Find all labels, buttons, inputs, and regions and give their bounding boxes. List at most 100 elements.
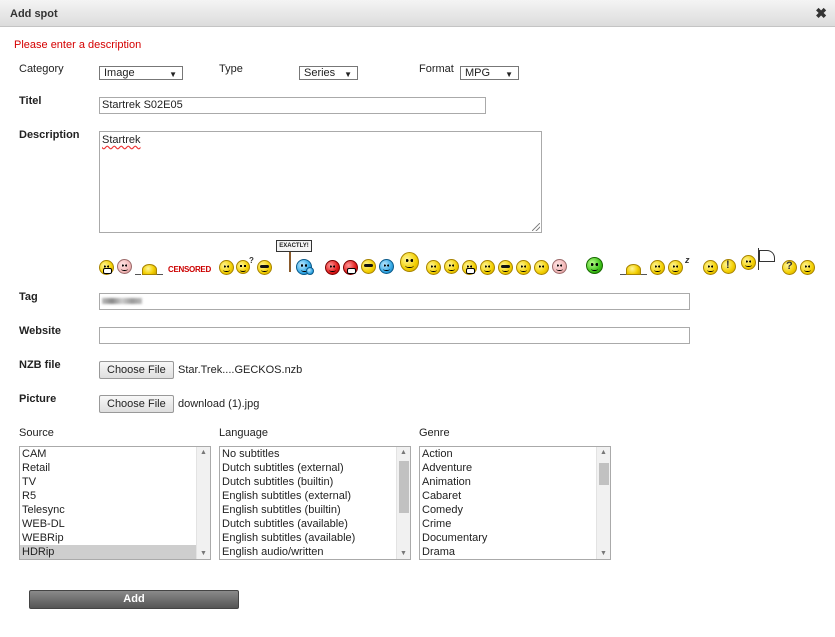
scroll-down-icon[interactable]: ▼ — [400, 550, 407, 557]
grin-smiley-icon[interactable] — [99, 260, 114, 275]
list-item[interactable]: Dutch subtitles (external) — [220, 461, 410, 475]
list-item[interactable]: Drama — [420, 545, 610, 559]
scrollbar[interactable]: ▲ ▼ — [596, 447, 610, 559]
happy-smiley-icon[interactable] — [703, 260, 718, 275]
type-value: Series — [304, 67, 336, 79]
tag-input[interactable] — [99, 293, 690, 310]
smile-smiley-icon[interactable] — [426, 260, 441, 275]
error-message: Please enter a description — [14, 39, 142, 51]
shocked-smiley-icon[interactable] — [552, 259, 567, 274]
resize-grip-icon[interactable] — [532, 223, 540, 231]
genre-listbox[interactable]: Action Adventure Animation Cabaret Comed… — [419, 446, 611, 560]
wink-smiley-icon[interactable] — [800, 260, 815, 275]
scrollbar-thumb[interactable] — [399, 461, 409, 513]
zzz-icon: z — [685, 255, 690, 265]
peek-smiley-icon[interactable] — [626, 264, 641, 275]
scroll-up-icon[interactable]: ▲ — [200, 449, 207, 456]
green-smiley-icon[interactable] — [586, 257, 603, 274]
question-mark-icon: ? — [249, 256, 254, 265]
helmet-smiley-icon[interactable] — [343, 260, 358, 275]
scroll-up-icon[interactable]: ▲ — [600, 449, 607, 456]
nzb-choose-file-button[interactable]: Choose File — [99, 361, 174, 379]
website-label: Website — [19, 325, 61, 337]
list-item[interactable]: English subtitles (external) — [220, 489, 410, 503]
nerd-smiley-icon[interactable] — [498, 260, 513, 275]
list-item[interactable]: CAM — [20, 447, 210, 461]
dialog-titlebar: Add spot ✖ — [0, 0, 835, 27]
format-select[interactable]: MPG ▼ — [460, 66, 519, 80]
chevron-down-icon: ▼ — [344, 70, 352, 79]
close-icon[interactable]: ✖ — [815, 5, 827, 21]
list-item[interactable]: Action — [420, 447, 610, 461]
chevron-down-icon: ▼ — [505, 70, 513, 79]
rock-on-smiley-icon[interactable] — [400, 252, 419, 272]
website-input[interactable] — [99, 327, 690, 344]
dash-icon — [641, 274, 647, 275]
sick-smiley-icon[interactable] — [117, 259, 132, 274]
genre-label: Genre — [419, 427, 450, 439]
exclamation-icon: ! — [726, 259, 730, 271]
list-item-selected[interactable]: HDRip — [20, 545, 210, 559]
scrollbar-thumb[interactable] — [599, 463, 609, 485]
laugh-smiley-icon[interactable] — [462, 260, 477, 275]
language-listbox[interactable]: No subtitles Dutch subtitles (external) … — [219, 446, 411, 560]
list-item[interactable]: Comedy — [420, 503, 610, 517]
description-textarea[interactable]: Startrek — [99, 131, 542, 233]
wave-flag-smiley-icon[interactable] — [741, 255, 756, 270]
type-select[interactable]: Series ▼ — [299, 66, 358, 80]
category-select[interactable]: Image ▼ — [99, 66, 183, 80]
eye-roll-smiley-icon[interactable] — [516, 260, 531, 275]
scrollbar[interactable]: ▲ ▼ — [196, 447, 210, 559]
source-listbox[interactable]: CAM Retail TV R5 Telesync WEB-DL WEBRip … — [19, 446, 211, 560]
rolling-eyes-smiley-icon[interactable] — [361, 259, 376, 274]
tongue-smiley-icon[interactable] — [219, 260, 234, 275]
titel-input[interactable]: Startrek S02E05 — [99, 97, 486, 114]
list-item[interactable]: English subtitles (available) — [220, 531, 410, 545]
list-item[interactable]: Adventure — [420, 461, 610, 475]
nzb-file-label: NZB file — [19, 359, 61, 371]
arrow-smiley-icon[interactable] — [534, 260, 549, 275]
list-item[interactable]: Retail — [20, 461, 210, 475]
list-item[interactable]: Documentary — [420, 531, 610, 545]
format-label: Format — [419, 63, 454, 75]
list-item[interactable]: Telesync — [20, 503, 210, 517]
list-item[interactable]: Cabaret — [420, 489, 610, 503]
sleepy-smiley-icon[interactable] — [668, 260, 683, 275]
list-item[interactable]: English subtitles (builtin) — [220, 503, 410, 517]
content-smiley-icon[interactable] — [650, 260, 665, 275]
tag-label: Tag — [19, 291, 38, 303]
list-item[interactable]: WEB-DL — [20, 517, 210, 531]
party-smiley-icon[interactable] — [444, 259, 459, 274]
description-label: Description — [19, 129, 80, 141]
category-value: Image — [104, 67, 135, 79]
list-item[interactable]: WEBRip — [20, 531, 210, 545]
list-item[interactable]: Dutch subtitles (builtin) — [220, 475, 410, 489]
confused-smiley-icon[interactable] — [236, 260, 250, 274]
list-item[interactable]: R5 — [20, 489, 210, 503]
list-item[interactable]: English audio/written — [220, 545, 410, 559]
dialog-title: Add spot — [10, 8, 58, 20]
smiley-bar: CENSORED ? EXACTLY! z ! ? — [0, 238, 835, 278]
picture-label: Picture — [19, 393, 57, 405]
white-flag-icon — [759, 250, 775, 262]
censored-icon[interactable]: CENSORED — [168, 265, 211, 274]
cool-smiley-icon[interactable] — [257, 260, 272, 275]
category-label: Category — [19, 63, 64, 75]
exactly-sign-icon[interactable]: EXACTLY! — [276, 240, 312, 252]
scrollbar[interactable]: ▲ ▼ — [396, 447, 410, 559]
hiding-smiley-icon[interactable] — [142, 264, 157, 275]
scroll-down-icon[interactable]: ▼ — [600, 550, 607, 557]
angry-smiley-icon[interactable] — [325, 260, 340, 275]
scroll-down-icon[interactable]: ▼ — [200, 550, 207, 557]
list-item[interactable]: TV — [20, 475, 210, 489]
list-item[interactable]: Dutch subtitles (available) — [220, 517, 410, 531]
scroll-up-icon[interactable]: ▲ — [400, 449, 407, 456]
list-item[interactable]: No subtitles — [220, 447, 410, 461]
language-label: Language — [219, 427, 268, 439]
picture-choose-file-button[interactable]: Choose File — [99, 395, 174, 413]
add-button[interactable]: Add — [29, 590, 239, 609]
smirk-smiley-icon[interactable] — [480, 260, 495, 275]
list-item[interactable]: Crime — [420, 517, 610, 531]
list-item[interactable]: Animation — [420, 475, 610, 489]
alien-smiley-icon[interactable] — [379, 259, 394, 274]
